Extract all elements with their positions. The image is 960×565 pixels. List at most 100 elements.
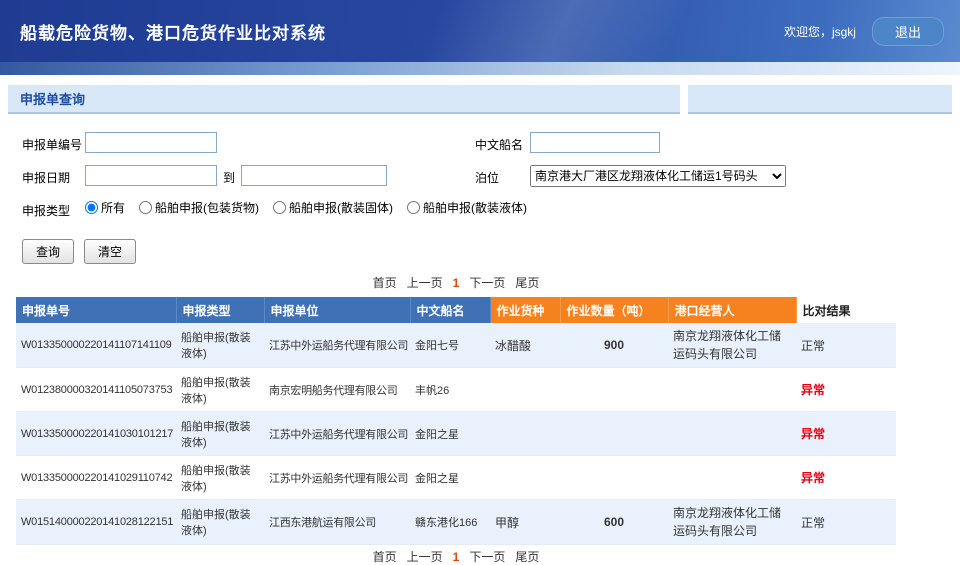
app-header: 船载危险货物、港口危货作业比对系统 欢迎您，jsgkj 退出 xyxy=(0,0,960,62)
cell-cargo-qty xyxy=(560,456,668,500)
logout-button[interactable]: 退出 xyxy=(872,17,944,46)
ship-name-input[interactable] xyxy=(530,132,660,153)
header-declaration-type: 申报类型 xyxy=(176,297,264,323)
radio-packaged-label: 船舶申报(包装货物) xyxy=(155,199,259,216)
page-prev-link[interactable]: 上一页 xyxy=(407,550,443,564)
cell-port-operator xyxy=(668,368,796,412)
cell-port-operator: 南京龙翔液体化工储运码头有限公司 xyxy=(668,323,796,368)
clear-button[interactable]: 清空 xyxy=(84,239,136,264)
radio-all[interactable]: 所有 xyxy=(85,199,125,216)
cell-declaration-type: 船舶申报(散装液体) xyxy=(176,412,264,456)
declaration-no-input[interactable] xyxy=(85,132,217,153)
header-cargo-type: 作业货种 xyxy=(490,297,560,323)
radio-bulk-liquid-label: 船舶申报(散装液体) xyxy=(423,199,527,216)
cell-cargo-type xyxy=(490,368,560,412)
cell-declaration-type: 船舶申报(散装液体) xyxy=(176,368,264,412)
page-current: 1 xyxy=(453,550,460,564)
cell-port-operator xyxy=(668,412,796,456)
date-to-label: 到 xyxy=(223,169,235,186)
header-declaration-unit: 申报单位 xyxy=(264,297,410,323)
result-text: 正常 xyxy=(801,516,825,530)
cell-declaration-unit: 江苏中外运船务代理有限公司 xyxy=(264,456,410,500)
result-text: 异常 xyxy=(801,471,825,485)
header-right: 欢迎您，jsgkj 退出 xyxy=(784,17,944,46)
pagination-bottom: 首页上一页 1 下一页尾页 xyxy=(16,548,896,565)
section-title-bar-right xyxy=(688,85,952,114)
table-row: W013350000220141029110742 船舶申报(散装液体) 江苏中… xyxy=(16,456,896,500)
table-row: W012380000320141105073753 船舶申报(散装液体) 南京宏… xyxy=(16,368,896,412)
page-last-link[interactable]: 尾页 xyxy=(515,276,539,290)
section-title-bar: 申报单查询 xyxy=(8,85,680,114)
declaration-type-radio-group: 所有 船舶申报(包装货物) 船舶申报(散装固体) 船舶申报(散装液体) xyxy=(85,199,527,216)
date-to-input[interactable] xyxy=(241,165,387,186)
cell-declaration-unit: 江苏中外运船务代理有限公司 xyxy=(264,323,410,368)
cell-declaration-unit: 南京宏明船务代理有限公司 xyxy=(264,368,410,412)
cell-ship-name: 金阳之星 xyxy=(410,412,490,456)
form-row-2: 申报日期 到 泊位 南京港大厂港区龙翔液体化工储运1号码头 xyxy=(22,165,960,198)
radio-all-input[interactable] xyxy=(85,201,98,214)
radio-bulk-solid-label: 船舶申报(散装固体) xyxy=(289,199,393,216)
cell-port-operator xyxy=(668,456,796,500)
berth-label: 泊位 xyxy=(475,169,499,186)
cell-cargo-type xyxy=(490,412,560,456)
subnav-bar xyxy=(0,62,960,75)
cell-compare-result: 异常 xyxy=(796,412,896,456)
welcome-text: 欢迎您，jsgkj xyxy=(784,23,856,40)
cell-declaration-type: 船舶申报(散装液体) xyxy=(176,323,264,368)
cell-declaration-no: W013350000220141107141109 xyxy=(16,323,176,368)
cell-cargo-type xyxy=(490,456,560,500)
cell-ship-name: 金阳之星 xyxy=(410,456,490,500)
app-title: 船载危险货物、港口危货作业比对系统 xyxy=(20,19,326,44)
cell-cargo-qty: 900 xyxy=(560,323,668,368)
cell-cargo-type: 冰醋酸 xyxy=(490,323,560,368)
page-last-link[interactable]: 尾页 xyxy=(515,550,539,564)
cell-ship-name: 金阳七号 xyxy=(410,323,490,368)
section-row: 申报单查询 xyxy=(8,85,952,114)
table-row: W013350000220141030101217 船舶申报(散装液体) 江苏中… xyxy=(16,412,896,456)
page-current: 1 xyxy=(453,276,460,290)
cell-ship-name: 丰帆26 xyxy=(410,368,490,412)
section-title: 申报单查询 xyxy=(8,89,85,108)
cell-compare-result: 正常 xyxy=(796,323,896,368)
header-ship-name: 中文船名 xyxy=(410,297,490,323)
radio-packaged[interactable]: 船舶申报(包装货物) xyxy=(139,199,259,216)
cell-declaration-no: W012380000320141105073753 xyxy=(16,368,176,412)
cell-declaration-no: W013350000220141029110742 xyxy=(16,456,176,500)
result-text: 异常 xyxy=(801,383,825,397)
date-from-input[interactable] xyxy=(85,165,217,186)
berth-select[interactable]: 南京港大厂港区龙翔液体化工储运1号码头 xyxy=(530,165,786,187)
page-first-link[interactable]: 首页 xyxy=(373,276,397,290)
table-header: 申报单号 申报类型 申报单位 中文船名 作业货种 作业数量（吨） 港口经营人 比… xyxy=(16,297,896,323)
cell-compare-result: 异常 xyxy=(796,456,896,500)
button-row: 查询 清空 xyxy=(22,239,960,264)
page-next-link[interactable]: 下一页 xyxy=(469,276,505,290)
header-compare-result: 比对结果 xyxy=(796,297,896,323)
radio-bulk-solid-input[interactable] xyxy=(273,201,286,214)
header-port-operator: 港口经营人 xyxy=(668,297,796,323)
page-next-link[interactable]: 下一页 xyxy=(469,550,505,564)
cell-declaration-type: 船舶申报(散装液体) xyxy=(176,456,264,500)
form-row-3: 申报类型 所有 船舶申报(包装货物) 船舶申报(散装固体) 船舶申报(散装液体) xyxy=(22,198,960,231)
page-first-link[interactable]: 首页 xyxy=(373,550,397,564)
radio-bulk-solid[interactable]: 船舶申报(散装固体) xyxy=(273,199,393,216)
radio-bulk-liquid-input[interactable] xyxy=(407,201,420,214)
table-row: W013350000220141107141109 船舶申报(散装液体) 江苏中… xyxy=(16,323,896,368)
ship-name-label: 中文船名 xyxy=(475,136,523,153)
declaration-no-label: 申报单编号 xyxy=(22,136,82,153)
page-prev-link[interactable]: 上一页 xyxy=(407,276,443,290)
cell-compare-result: 异常 xyxy=(796,368,896,412)
header-declaration-no: 申报单号 xyxy=(16,297,176,323)
pagination-top: 首页上一页 1 下一页尾页 xyxy=(16,274,896,291)
cell-declaration-unit: 江苏中外运船务代理有限公司 xyxy=(264,412,410,456)
date-label: 申报日期 xyxy=(22,169,70,186)
result-text: 正常 xyxy=(801,339,825,353)
query-form: 申报单编号 中文船名 申报日期 到 泊位 南京港大厂港区龙翔液体化工储运1号码头… xyxy=(0,114,960,231)
cell-cargo-qty xyxy=(560,412,668,456)
cell-declaration-no: W013350000220141030101217 xyxy=(16,412,176,456)
declaration-type-label: 申报类型 xyxy=(22,202,70,219)
radio-packaged-input[interactable] xyxy=(139,201,152,214)
form-row-1: 申报单编号 中文船名 xyxy=(22,132,960,165)
cell-cargo-qty xyxy=(560,368,668,412)
radio-bulk-liquid[interactable]: 船舶申报(散装液体) xyxy=(407,199,527,216)
query-button[interactable]: 查询 xyxy=(22,239,74,264)
